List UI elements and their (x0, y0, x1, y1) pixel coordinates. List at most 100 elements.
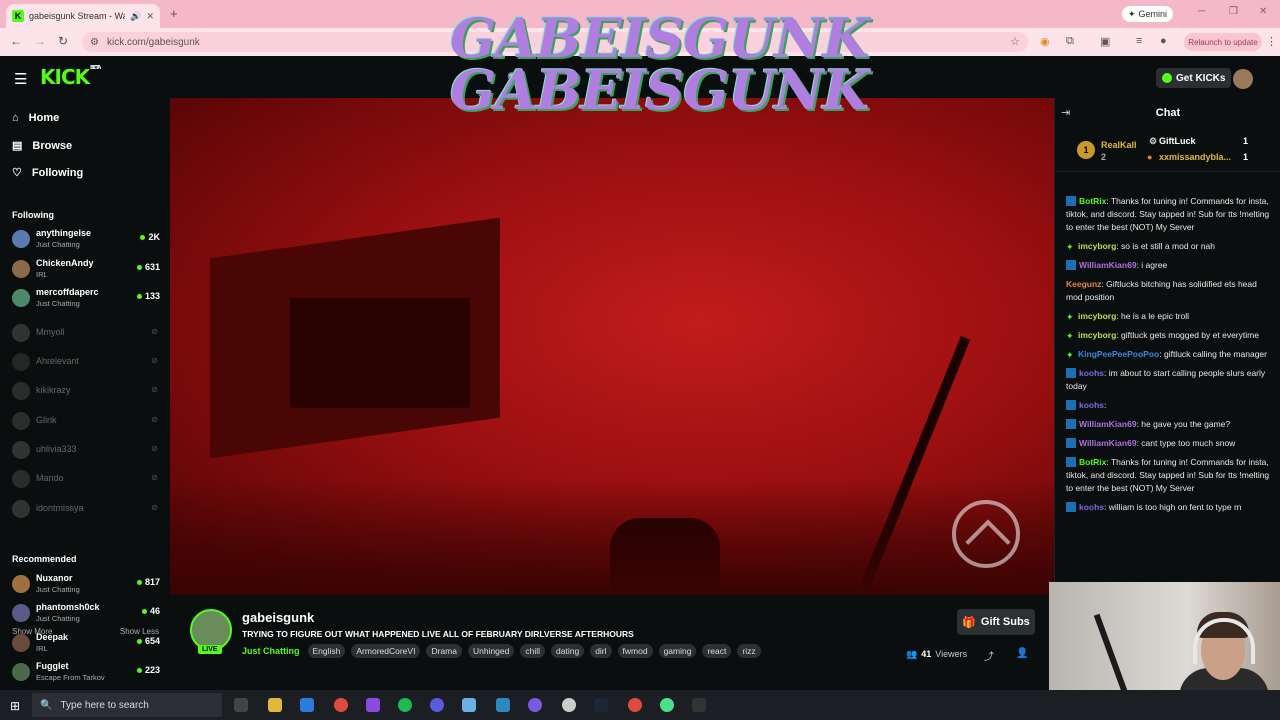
menu-dots-icon[interactable]: ⋮ (1266, 35, 1277, 48)
sidebar-item-following[interactable]: ♡ Following (12, 166, 83, 180)
leader-name[interactable]: RealKall (1101, 140, 1137, 150)
following-channel[interactable]: Mando ⊘ (12, 466, 160, 492)
leader-name[interactable]: GiftLuck (1159, 136, 1196, 146)
audio-icon[interactable]: 🔊 (130, 11, 141, 22)
twitch-icon[interactable] (366, 698, 380, 712)
following-channel[interactable]: idontmissya ⊘ (12, 496, 160, 522)
maximize-icon[interactable]: ❐ (1229, 6, 1238, 17)
following-channel[interactable]: uhlivia333 ⊘ (12, 437, 160, 463)
recommended-channel[interactable]: Fugglet Escape From Tarkov 223 (12, 659, 160, 685)
sidebar-item-browse[interactable]: ▤ Browse (12, 139, 72, 153)
chat-username[interactable]: BotRix (1079, 457, 1106, 467)
tab-capture-icon[interactable]: ▣ (1100, 35, 1110, 48)
stream-category[interactable]: Just Chatting (242, 646, 300, 656)
chat-username[interactable]: imcyborg (1078, 311, 1116, 321)
search-icon[interactable]: 🔍 (507, 72, 521, 85)
chat-username[interactable]: koohs (1079, 368, 1104, 378)
share-icon[interactable]: ⤴ (984, 648, 994, 663)
get-kicks-button[interactable]: Get KICKs (1156, 68, 1232, 88)
gift-subs-button[interactable]: 🎁 Gift Subs (957, 609, 1035, 635)
stream-tag[interactable]: chill (520, 644, 546, 658)
chat-username[interactable]: WilliamKian69 (1079, 438, 1137, 448)
follow-user-icon[interactable]: 👤 (1016, 648, 1028, 659)
reload-icon[interactable]: ↻ (58, 34, 68, 48)
task-view-icon[interactable] (234, 698, 248, 712)
chat-username[interactable]: koohs (1079, 502, 1104, 512)
relaunch-button[interactable]: Relaunch to update (1184, 33, 1262, 51)
search-icon: 🔍 (40, 699, 53, 711)
chat-username[interactable]: imcyborg (1078, 241, 1116, 251)
stream-tag[interactable]: fwmod (617, 644, 653, 658)
kick-logo[interactable]: KICKBETA (40, 65, 101, 89)
profile-icon[interactable]: ● (1160, 35, 1167, 47)
verified-badge-icon: ✦ (1066, 242, 1074, 252)
channel-name: Mando (36, 473, 64, 483)
app-icon[interactable] (562, 698, 576, 712)
media-control-icon[interactable]: ≡ (1136, 35, 1142, 47)
stream-tags: Just Chatting English ArmoredCoreVI Drama U… (242, 644, 761, 658)
stream-tag[interactable]: react (702, 644, 732, 658)
sidebar-item-home[interactable]: ⌂ Home (12, 112, 59, 124)
stream-tag[interactable]: dating (551, 644, 585, 658)
chrome-icon[interactable] (628, 698, 642, 712)
chat-username[interactable]: Keegunz (1066, 279, 1101, 289)
windows-start-icon[interactable]: ⊞ (10, 699, 20, 713)
forward-icon[interactable]: → (34, 34, 46, 48)
chrome-icon[interactable] (334, 698, 348, 712)
app-icon[interactable] (462, 698, 476, 712)
chat-username[interactable]: WilliamKian69 (1079, 260, 1137, 270)
close-window-icon[interactable]: ✕ (1259, 6, 1267, 17)
browser-tab[interactable]: K gabeisgunk Stream - Watch 🔊 ✕ (6, 4, 160, 28)
site-info-icon[interactable]: ⚙ (90, 37, 99, 48)
extensions-icon[interactable]: ⧉ (1066, 35, 1074, 48)
steam-icon[interactable] (594, 698, 608, 712)
gemini-label: Gemini (1138, 9, 1168, 19)
app-icon[interactable] (692, 698, 706, 712)
following-channel[interactable]: Ahrelevant ⊘ (12, 349, 160, 375)
following-channel[interactable]: ChickenAndy IRL 631 (12, 256, 160, 282)
address-bar[interactable]: ⚙ kick.com/gabeisgunk ☆ (82, 32, 1028, 52)
chrome-icon[interactable] (660, 698, 674, 712)
following-channel[interactable]: kikikrazy ⊘ (12, 378, 160, 404)
gemini-button[interactable]: ✦ Gemini (1122, 6, 1174, 22)
chat-username[interactable]: BotRix (1079, 196, 1106, 206)
following-channel[interactable]: anythingelse Just Chatting 2K (12, 226, 160, 252)
stream-tag[interactable]: Unhinged (467, 644, 515, 658)
chat-username[interactable]: imcyborg (1078, 330, 1116, 340)
chat-text: : william is too high on fent to type rn (1104, 502, 1242, 512)
stream-tag[interactable]: rizz (737, 644, 761, 658)
stream-tag[interactable]: dirl (590, 644, 612, 658)
chat-username[interactable]: koohs (1079, 400, 1104, 410)
recommended-channel[interactable]: Deepak IRL 654 (12, 630, 160, 656)
bookmark-star-icon[interactable]: ☆ (1010, 35, 1020, 48)
leader-name[interactable]: xxmissandybla... (1159, 152, 1231, 162)
new-tab-button[interactable]: + (170, 6, 178, 21)
stream-tag[interactable]: English (307, 644, 346, 658)
obs-icon[interactable] (430, 698, 444, 712)
taskbar-search-input[interactable]: 🔍 Type here to search (32, 693, 222, 717)
following-channel[interactable]: Mmyoll ⊘ (12, 320, 160, 346)
chat-username[interactable]: WilliamKian69 (1079, 419, 1137, 429)
stream-tag[interactable]: Drama (426, 644, 462, 658)
channel-avatar (12, 412, 30, 430)
streamer-name[interactable]: gabeisgunk (242, 610, 314, 625)
stream-tag[interactable]: gaming (658, 644, 697, 658)
recommended-channel[interactable]: Nuxanor Just Chatting 817 (12, 571, 160, 597)
file-explorer-icon[interactable] (268, 698, 282, 712)
chat-username[interactable]: KingPeePeePooPoo (1078, 349, 1159, 359)
following-channel[interactable]: mercoffdaperc Just Chatting 133 (12, 285, 160, 311)
user-avatar[interactable] (1233, 69, 1253, 89)
close-tab-icon[interactable]: ✕ (146, 11, 154, 22)
recommended-channel[interactable]: phantomsh0ck Just Chatting 46 (12, 600, 160, 626)
minimize-icon[interactable]: ─ (1198, 6, 1205, 17)
spotify-icon[interactable] (398, 698, 412, 712)
video-player[interactable] (170, 98, 1054, 595)
app-icon[interactable] (496, 698, 510, 712)
outlook-icon[interactable] (300, 698, 314, 712)
back-icon[interactable]: ← (10, 34, 22, 48)
stream-tag[interactable]: ArmoredCoreVI (351, 644, 421, 658)
discord-icon[interactable] (528, 698, 542, 712)
following-channel[interactable]: Glink ⊘ (12, 408, 160, 434)
hamburger-menu-icon[interactable]: ☰ (14, 70, 27, 88)
rss-icon[interactable]: ◉ (1040, 35, 1050, 48)
